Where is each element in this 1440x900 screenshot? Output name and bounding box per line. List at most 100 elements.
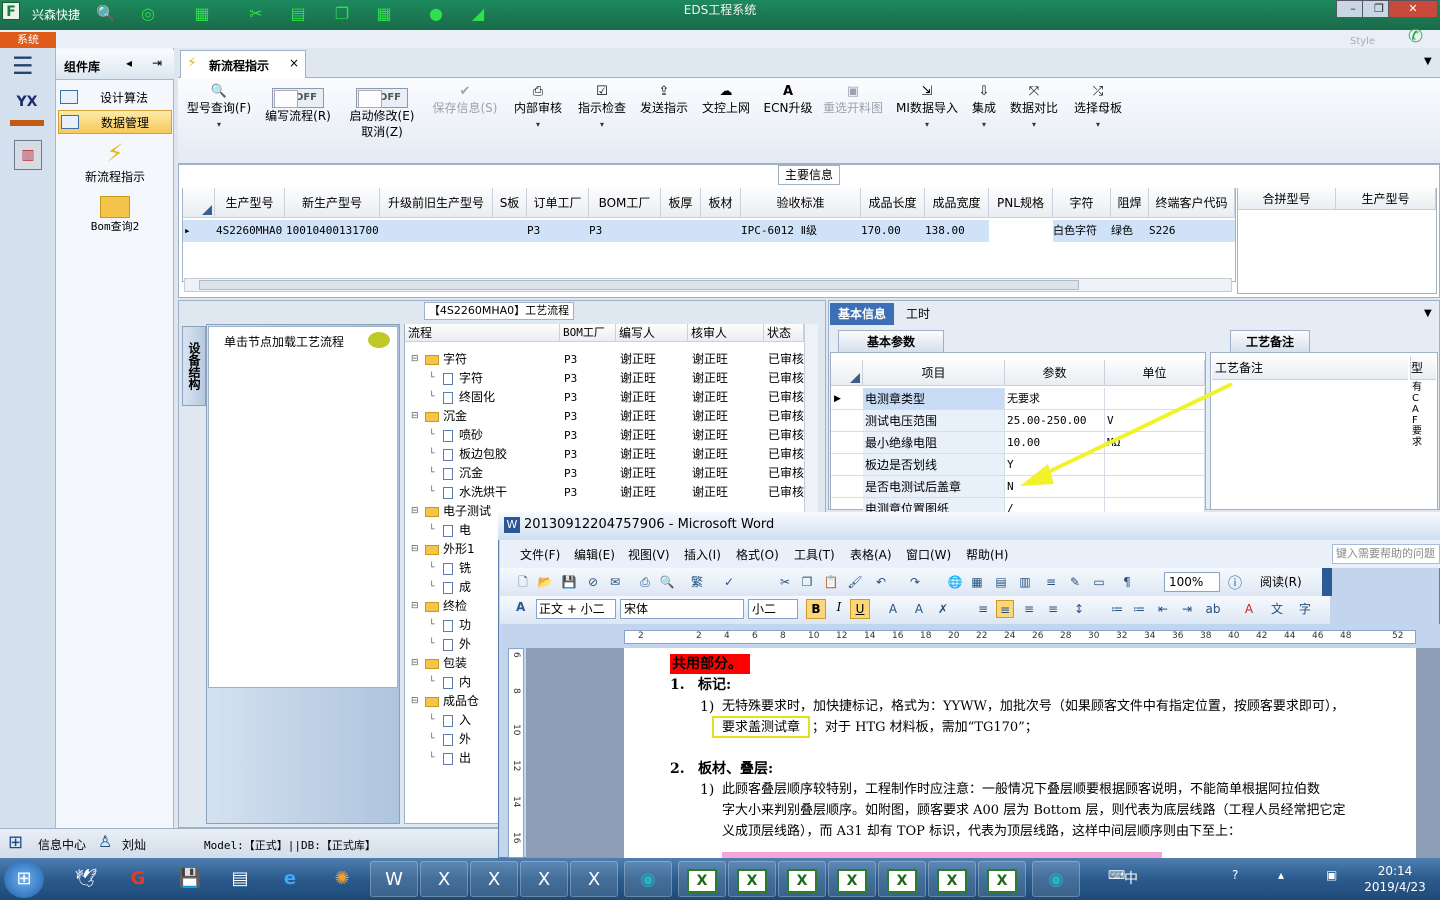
start-modify-toggle[interactable]: OFF 启动修改(E) 取消(Z) <box>344 84 420 144</box>
taskbar-excel-window[interactable]: X <box>678 861 726 897</box>
increase-indent-icon[interactable]: ⇥ <box>1178 600 1196 618</box>
taskbar-word-icon[interactable]: W <box>370 861 418 897</box>
format-painter-icon[interactable]: 🖌 <box>846 573 864 591</box>
tabs-dropdown-icon[interactable]: ▼ <box>1424 56 1432 67</box>
collapse-icon[interactable]: ⊟ <box>411 407 419 426</box>
read-mode-button[interactable]: 阅读(R) <box>1256 573 1302 591</box>
copy-icon[interactable]: ❐ <box>798 573 816 591</box>
col-header[interactable]: 生产型号 <box>1336 188 1436 210</box>
word-menu-item[interactable]: 格式(O) <box>736 546 779 563</box>
col-header[interactable]: 项目 <box>863 360 1005 386</box>
excel-icon[interactable]: ▥ <box>1016 573 1034 591</box>
show-hide-icon[interactable]: ¶ <box>1118 573 1136 591</box>
instruction-check-button[interactable]: ☑ 指示检查 ▾ <box>574 84 630 144</box>
size-select[interactable]: 小二 <box>748 599 798 619</box>
col-header[interactable]: BOM工厂 <box>589 188 661 218</box>
word-menu-item[interactable]: 文件(F) <box>520 546 560 563</box>
collapse-icon[interactable]: ⊟ <box>411 692 419 711</box>
clock-date[interactable]: 2019/4/23 <box>1356 880 1434 894</box>
hyperlink-icon[interactable]: 🌐 <box>946 573 964 591</box>
insert-table-icon[interactable]: ▤ <box>992 573 1010 591</box>
help-icon[interactable]: ⓘ <box>1228 573 1242 593</box>
align-center-icon[interactable]: ≡ <box>996 600 1014 618</box>
font-color-icon[interactable]: A <box>1240 600 1258 618</box>
taskbar-excel-window[interactable]: X <box>878 861 926 897</box>
bullets-icon[interactable]: ≔ <box>1130 600 1148 618</box>
collapse-icon[interactable]: ⊟ <box>411 654 419 673</box>
nav-item-design-algorithm[interactable]: 设计算法 <box>58 86 172 110</box>
cell[interactable]: 绿色 <box>1111 220 1149 242</box>
cell[interactable] <box>989 220 1053 242</box>
col-header[interactable]: 合拼型号 <box>1238 188 1336 210</box>
col-header[interactable]: 流程 <box>405 324 560 342</box>
document-page[interactable]: 共用部分。 1. 标记: 1) 无特殊要求时，加快捷标记，格式为：YYWW，加批… <box>624 648 1416 858</box>
taskbar-scroll-icon[interactable]: ▤ <box>216 861 264 897</box>
tab-new-process[interactable]: ⚡ 新流程指示 × <box>180 50 306 78</box>
taskbar-excel-window[interactable]: X <box>778 861 826 897</box>
col-header[interactable]: 阻焊 <box>1111 188 1149 218</box>
write-process-toggle[interactable]: OFF 编写流程(R) <box>260 84 336 144</box>
ecn-upgrade-button[interactable]: A ECN升级 <box>760 84 816 144</box>
col-header[interactable]: PNL规格 <box>989 188 1053 218</box>
table-icon[interactable]: ▦ <box>190 2 214 26</box>
taskbar-feather-icon[interactable]: 🕊 <box>62 861 110 897</box>
collapse-icon[interactable]: ⊟ <box>411 502 419 521</box>
vertical-tab-equipment[interactable]: 设备结构 <box>182 326 206 406</box>
font-color-a-icon[interactable]: A <box>884 600 902 618</box>
select-motherboard-button[interactable]: ⤮ 选择母板 ▾ <box>1070 84 1126 144</box>
tab-work-hours[interactable]: 工时 <box>896 303 940 325</box>
cell[interactable]: P3 <box>527 220 589 242</box>
integrate-button[interactable]: ⇩ 集成 ▾ <box>966 84 1002 144</box>
redo-icon[interactable]: ↷ <box>906 573 924 591</box>
enclose-icon[interactable]: 字 <box>1296 600 1314 618</box>
dropdown-icon[interactable]: ▾ <box>536 120 540 129</box>
spell-icon[interactable]: 繁 <box>688 573 706 591</box>
toolbar-overflow-icon[interactable] <box>1322 568 1332 596</box>
phone-icon[interactable]: ✆ <box>1408 26 1423 47</box>
col-header[interactable]: 板材 <box>701 188 741 218</box>
taskbar-excel-window[interactable]: X <box>978 861 1026 897</box>
internal-review-button[interactable]: ⎙ 内部审核 ▾ <box>510 84 566 144</box>
calculator-icon[interactable]: ▥ <box>14 140 42 170</box>
col-header[interactable]: 订单工厂 <box>527 188 589 218</box>
detail-dropdown-icon[interactable]: ▼ <box>1424 308 1432 319</box>
dropdown-icon[interactable]: ▾ <box>217 120 221 129</box>
word-menu-item[interactable]: 工具(T) <box>794 546 835 563</box>
col-header[interactable]: 终端客户代码 <box>1149 188 1235 218</box>
taskbar-floppy-icon[interactable]: 💾 <box>166 861 214 897</box>
collapse-icon[interactable]: ⊟ <box>411 597 419 616</box>
start-button[interactable]: ⊞ <box>4 860 44 898</box>
notes-header[interactable]: 工艺备注 <box>1212 356 1408 380</box>
cell[interactable]: 白色字符 <box>1053 220 1111 242</box>
char-shading-icon[interactable]: ✗ <box>934 600 952 618</box>
undo-icon[interactable]: ↶ <box>872 573 890 591</box>
search-icon[interactable]: 🔍 <box>94 2 118 26</box>
highlight-icon[interactable]: ab <box>1204 600 1222 618</box>
char-border-icon[interactable]: A <box>910 600 928 618</box>
model-query-button[interactable]: 🔍 型号查询(F) ▾ <box>184 84 254 144</box>
zoom-select[interactable]: 100% <box>1164 572 1220 592</box>
hamburger-menu-icon[interactable]: ☰ <box>12 52 34 80</box>
tool-bom-query[interactable]: Bom查询2 <box>58 196 172 242</box>
send-instruction-button[interactable]: ⇪ 发送指示 <box>636 84 692 144</box>
data-compare-button[interactable]: ⤧ 数据对比 ▾ <box>1008 84 1060 144</box>
cell[interactable]: 138.00 <box>925 220 989 242</box>
taskbar-excel-icon[interactable]: X <box>470 861 518 897</box>
dropdown-icon[interactable]: ▾ <box>1032 120 1036 129</box>
underline-button[interactable]: U <box>850 599 870 619</box>
print-icon[interactable]: ⎙ <box>636 573 654 591</box>
col-header[interactable]: 编写人 <box>616 324 688 342</box>
col-header[interactable]: 核审人 <box>688 324 764 342</box>
dropdown-icon[interactable]: ▾ <box>600 120 604 129</box>
tables-icon[interactable]: ▦ <box>968 573 986 591</box>
dropdown-icon[interactable]: ▾ <box>925 120 929 129</box>
permission-icon[interactable]: ⊘ <box>584 573 602 591</box>
taskbar-excel-icon[interactable]: X <box>420 861 468 897</box>
col-header[interactable]: 生产型号 <box>215 188 285 218</box>
italic-button[interactable]: I <box>830 600 848 614</box>
cell[interactable] <box>494 220 527 242</box>
drawing-icon[interactable]: ✎ <box>1066 573 1084 591</box>
col-header[interactable]: 验收标准 <box>741 188 861 218</box>
tab-basic-info[interactable]: 基本信息 <box>830 303 894 325</box>
new-icon[interactable]: 🗋 <box>514 573 532 591</box>
